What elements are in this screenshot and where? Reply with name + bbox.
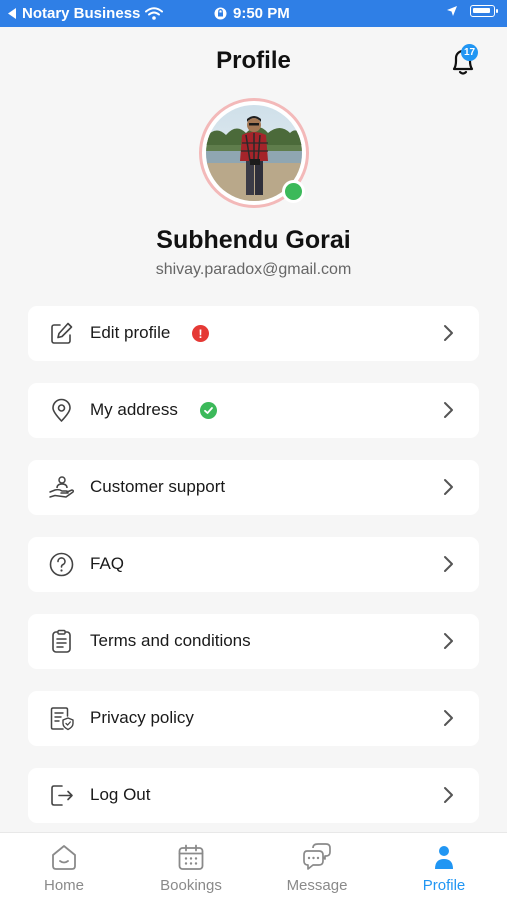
wifi-icon <box>145 7 164 20</box>
battery-icon <box>470 5 498 17</box>
menu-label: Customer support <box>90 477 226 496</box>
status-right <box>446 5 498 17</box>
menu-label: Terms and conditions <box>90 631 251 650</box>
menu-item-my-address[interactable]: My address <box>28 383 479 438</box>
home-icon <box>52 845 76 870</box>
nav-bookings[interactable]: Bookings <box>136 833 246 900</box>
menu-item-customer-support[interactable]: Customer support <box>28 460 479 515</box>
bottom-nav: Home Bookings Message Profile <box>0 832 507 900</box>
carrier-label: Notary Business <box>22 5 141 22</box>
status-time: 9:50 PM <box>233 5 290 22</box>
notification-button[interactable]: 17 <box>446 44 480 79</box>
chevron-right-icon <box>444 556 453 572</box>
orientation-lock-icon <box>214 7 227 20</box>
nav-profile[interactable]: Profile <box>389 833 499 900</box>
status-bar: Notary Business 9:50 PM <box>0 0 507 27</box>
back-arrow-icon[interactable] <box>8 8 17 19</box>
chevron-right-icon <box>444 325 453 341</box>
nav-label: Profile <box>422 877 466 894</box>
document-shield-icon <box>50 707 74 731</box>
user-icon <box>435 846 453 869</box>
status-center: 9:50 PM <box>214 5 290 22</box>
online-status-indicator <box>282 180 305 203</box>
menu-item-terms[interactable]: Terms and conditions <box>28 614 479 669</box>
chevron-right-icon <box>444 402 453 418</box>
menu-label: My address <box>90 400 178 419</box>
menu-label: FAQ <box>90 554 125 573</box>
hand-support-icon <box>49 476 75 498</box>
menu-item-log-out[interactable]: Log Out <box>28 768 479 823</box>
calendar-icon <box>178 844 204 870</box>
chevron-right-icon <box>444 633 453 649</box>
notification-count-badge: 17 <box>461 44 478 61</box>
nav-home[interactable]: Home <box>9 833 119 900</box>
menu-label: Edit profile <box>90 323 171 342</box>
nav-label: Message <box>286 877 348 894</box>
chat-bubbles-icon <box>303 843 331 870</box>
edit-icon <box>51 322 73 344</box>
user-name: Subhendu Gorai <box>156 226 351 254</box>
nav-label: Home <box>43 877 84 894</box>
logout-icon <box>51 785 73 806</box>
location-pin-icon <box>52 398 71 422</box>
verified-check-icon <box>200 402 217 419</box>
nav-label: Bookings <box>160 877 222 894</box>
menu-item-privacy-policy[interactable]: Privacy policy <box>28 691 479 746</box>
page-title: Profile <box>216 47 291 74</box>
question-circle-icon <box>49 552 74 577</box>
chevron-right-icon <box>444 710 453 726</box>
clipboard-list-icon <box>52 629 71 653</box>
location-arrow-icon <box>447 6 457 16</box>
alert-icon: ! <box>192 325 209 342</box>
chevron-right-icon <box>444 479 453 495</box>
menu-label: Log Out <box>90 785 151 804</box>
chevron-right-icon <box>444 787 453 803</box>
status-left: Notary Business <box>8 5 164 22</box>
menu-item-faq[interactable]: FAQ <box>28 537 479 592</box>
header: Profile 17 <box>0 27 507 93</box>
nav-message[interactable]: Message <box>262 833 372 900</box>
menu-item-edit-profile[interactable]: Edit profile ! <box>28 306 479 361</box>
menu-label: Privacy policy <box>90 708 194 727</box>
user-email: shivay.paradox@gmail.com <box>155 261 352 278</box>
